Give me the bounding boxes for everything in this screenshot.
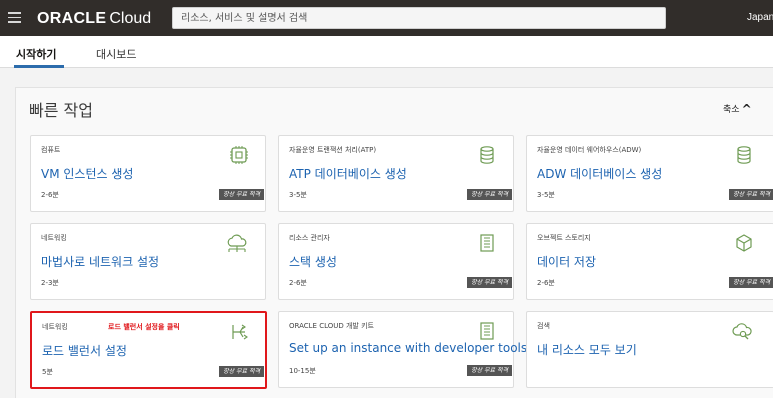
tab-getting-started[interactable]: 시작하기 (16, 46, 56, 62)
toolkit-icon (480, 322, 494, 340)
card-title-link[interactable]: VM 인스턴스 생성 (41, 165, 133, 182)
click-instruction-annotation: 로드 밸런서 설정을 클릭 (108, 323, 180, 331)
card-category: 컴퓨트 (41, 146, 61, 154)
card-title-link[interactable]: 데이터 저장 (537, 253, 596, 270)
always-free-badge: 항상 무료 적격 (729, 277, 773, 288)
card-category: 네트워킹 (41, 234, 67, 242)
card-title-link[interactable]: 내 리소스 모두 보기 (537, 341, 637, 358)
card-title-link[interactable]: ATP 데이터베이스 생성 (289, 165, 407, 182)
card-category: ORACLE CLOUD 개발 키트 (289, 322, 374, 330)
card-duration: 2-6분 (537, 279, 555, 287)
always-free-badge: 항상 무료 적격 (219, 366, 264, 377)
card-create-vm[interactable]: 컴퓨트 VM 인스턴스 생성 2-6분 항상 무료 적격 (30, 135, 266, 212)
always-free-badge: 항상 무료 적격 (467, 365, 512, 376)
card-network-wizard[interactable]: 네트워킹 마법사로 네트워크 설정 2-3분 (30, 223, 266, 300)
cloud-search-icon (732, 323, 752, 340)
card-duration: 2-6분 (289, 279, 307, 287)
collapse-button[interactable]: 축소 ^ (723, 102, 752, 116)
always-free-badge: 항상 무료 적격 (729, 189, 773, 200)
database-icon (480, 146, 494, 164)
load-balancer-icon (232, 324, 248, 340)
chip-icon (230, 146, 248, 164)
card-create-adw[interactable]: 자율운영 데이터 웨어하우스(ADW) ADW 데이터베이스 생성 3-5분 항… (526, 135, 773, 212)
card-store-data[interactable]: 오브젝트 스토리지 데이터 저장 2-6분 항상 무료 적격 (526, 223, 773, 300)
card-duration: 2-3분 (41, 279, 59, 287)
card-view-all-resources[interactable]: 검색 내 리소스 모두 보기 (526, 311, 773, 388)
card-category: 리소스 관리자 (289, 234, 330, 242)
card-duration: 3-5분 (537, 191, 555, 199)
card-create-stack[interactable]: 리소스 관리자 스택 생성 2-6분 항상 무료 적격 (278, 223, 514, 300)
top-bar: ORACLE Cloud 리소스, 서비스 및 설명서 검색 Japan (0, 0, 773, 36)
quick-actions-panel: 빠른 작업 축소 ^ 컴퓨트 VM 인스턴스 생성 2-6분 항상 무료 적격 자… (15, 87, 773, 398)
tab-bar: 시작하기 대시보드 (0, 36, 773, 68)
card-title-link[interactable]: 마법사로 네트워크 설정 (41, 253, 159, 270)
card-dev-tools-instance[interactable]: ORACLE CLOUD 개발 키트 Set up an instance wi… (278, 311, 527, 388)
brand-cloud: Cloud (109, 10, 152, 27)
database-icon (737, 146, 751, 164)
card-duration: 2-6분 (41, 191, 59, 199)
card-create-atp[interactable]: 자율운영 트랜잭션 처리(ATP) ATP 데이터베이스 생성 3-5분 항상 … (278, 135, 514, 212)
oracle-cloud-logo[interactable]: ORACLE Cloud (37, 9, 151, 28)
active-tab-indicator (14, 65, 64, 68)
card-title-link[interactable]: Set up an instance with developer tools (289, 341, 527, 355)
brand-oracle: ORACLE (37, 10, 107, 27)
card-category: 검색 (537, 322, 550, 330)
hamburger-menu-icon[interactable] (8, 12, 21, 23)
stack-icon (480, 234, 494, 252)
card-duration: 3-5분 (289, 191, 307, 199)
search-input[interactable]: 리소스, 서비스 및 설명서 검색 (172, 7, 666, 29)
cube-icon (736, 234, 752, 252)
tab-dashboard[interactable]: 대시보드 (96, 46, 136, 62)
card-category: 자율운영 트랜잭션 처리(ATP) (289, 146, 377, 154)
always-free-badge: 항상 무료 적격 (467, 277, 512, 288)
card-category: 네트워킹 (42, 323, 68, 331)
card-duration: 10-15분 (289, 367, 316, 375)
card-title-link[interactable]: 로드 밸런서 설정 (42, 342, 127, 359)
chevron-up-icon: ^ (741, 102, 752, 116)
network-icon (227, 234, 247, 252)
card-category: 오브젝트 스토리지 (537, 234, 591, 242)
card-duration: 5분 (42, 368, 53, 376)
card-title-link[interactable]: ADW 데이터베이스 생성 (537, 165, 662, 182)
card-category: 자율운영 데이터 웨어하우스(ADW) (537, 146, 642, 154)
region-selector[interactable]: Japan (747, 12, 773, 23)
card-load-balancer[interactable]: 네트워킹 로드 밸런서 설정을 클릭 로드 밸런서 설정 5분 항상 무료 적격 (30, 311, 267, 389)
collapse-label: 축소 (723, 105, 740, 115)
card-title-link[interactable]: 스택 생성 (289, 253, 337, 270)
quick-actions-title: 빠른 작업 (29, 101, 93, 120)
always-free-badge: 항상 무료 적격 (219, 189, 264, 200)
always-free-badge: 항상 무료 적격 (467, 189, 512, 200)
